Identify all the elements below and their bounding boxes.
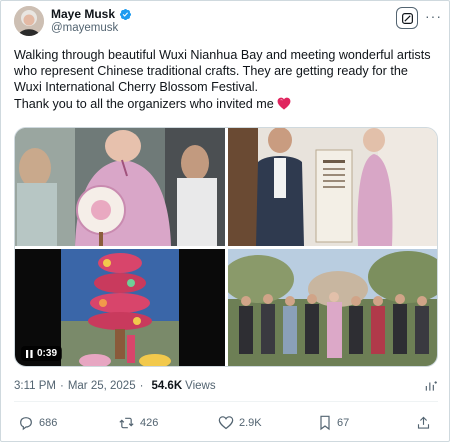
views-count: 54.6K (151, 380, 183, 392)
post-date[interactable]: Mar 25, 2025 (68, 380, 136, 392)
tweet-meta: 3:11 PM · Mar 25, 2025 · 54.6K Views (14, 380, 216, 392)
heart-icon (277, 97, 291, 114)
reply-count: 686 (39, 417, 58, 429)
meta-separator: · (139, 380, 144, 392)
bookmark-count: 67 (337, 417, 350, 429)
repost-count: 426 (140, 417, 159, 429)
author-name[interactable]: Maye Musk (51, 7, 115, 21)
more-options-button[interactable]: ··· (425, 9, 442, 23)
tweet-text-thanks-line: Thank you to all the organizers who invi… (14, 96, 274, 111)
bookmark-button[interactable]: 67 (318, 415, 349, 431)
reply-icon (20, 417, 32, 431)
meta-separator: · (59, 380, 64, 392)
like-icon (218, 416, 234, 430)
share-icon (417, 416, 430, 429)
divider (14, 401, 438, 402)
video-festival-tower[interactable]: 0:39 (15, 249, 225, 366)
tweet-text: Walking through beautiful Wuxi Nianhua B… (14, 47, 439, 114)
verified-badge-icon (119, 8, 132, 21)
media-grid: 0:39 (14, 127, 438, 367)
post-time[interactable]: 3:11 PM (14, 380, 56, 392)
post-analytics-button[interactable] (424, 379, 438, 398)
avatar[interactable] (14, 6, 44, 36)
photo-group-outdoors[interactable] (228, 249, 437, 366)
repost-button[interactable]: 426 (118, 415, 158, 431)
author-handle[interactable]: @mayemusk (51, 22, 118, 34)
tweet-card: Maye Musk @mayemusk ··· Walking through … (0, 0, 450, 442)
reply-button[interactable]: 686 (18, 415, 57, 431)
analytics-icon (425, 381, 437, 391)
grok-button[interactable] (396, 7, 418, 29)
share-button[interactable] (416, 415, 431, 431)
video-duration-badge: 0:39 (21, 346, 63, 361)
pause-icon (26, 349, 33, 358)
photo-two-people-by-plaque[interactable] (228, 128, 437, 246)
repost-icon (119, 417, 134, 429)
photo-woman-with-fan[interactable] (15, 128, 225, 246)
like-count: 2.9K (239, 416, 262, 429)
bookmark-icon (320, 415, 330, 431)
tweet-text-paragraph: Walking through beautiful Wuxi Nianhua B… (14, 48, 435, 95)
views-label: Views (185, 380, 216, 392)
grok-icon (401, 12, 413, 24)
tweet-text-thanks: Thank you to all the organizers who invi… (14, 96, 439, 114)
action-bar: 686 426 2.9K 67 (14, 415, 438, 435)
like-button[interactable]: 2.9K (218, 415, 262, 430)
video-duration: 0:39 (37, 348, 58, 359)
